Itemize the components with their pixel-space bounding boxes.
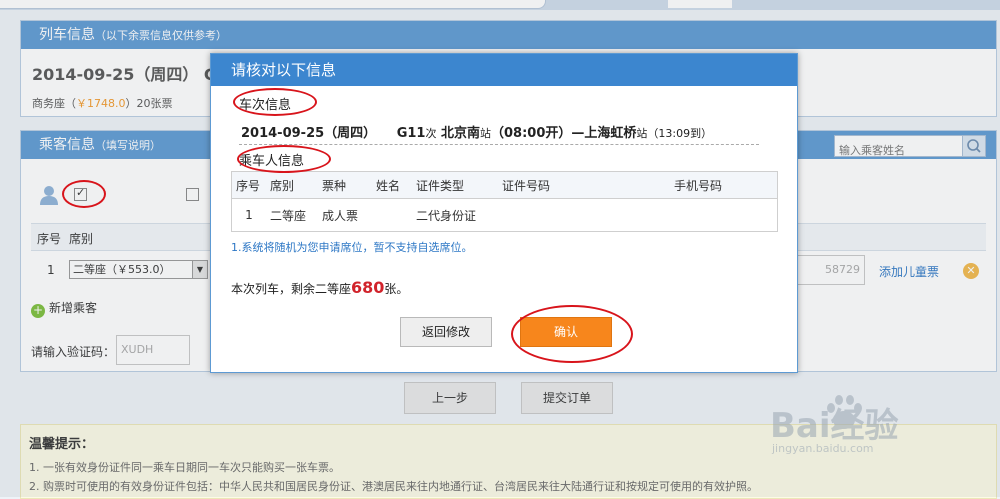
td-phone xyxy=(670,198,778,232)
arrive-time: （13:09到） xyxy=(647,127,713,140)
dashed-divider xyxy=(239,144,759,145)
th-seq: 序号 xyxy=(231,171,266,199)
td-ticket-type: 成人票 xyxy=(318,198,372,232)
section-passenger-title: 乘车人信息 xyxy=(239,154,305,169)
td-name xyxy=(372,198,412,232)
th-id-number: 证件号码 xyxy=(498,171,670,199)
remain-suffix: 张。 xyxy=(384,282,409,296)
watermark-url: jingyan.baidu.com xyxy=(772,442,874,455)
seat-assignment-note: 1.系统将随机为您申请席位，暂不支持自选席位。 xyxy=(231,241,473,254)
confirm-dialog: 请核对以下信息 车次信息 2014-09-25（周四） G11次 北京南站（08… xyxy=(210,53,798,373)
table-header-row: 序号 席别 票种 姓名 证件类型 证件号码 手机号码 xyxy=(231,171,778,199)
remaining-tickets: 本次列车，剩余二等座680张。 xyxy=(231,278,408,297)
to-station-suffix: 站 xyxy=(636,127,648,140)
train-number-suffix: 次 xyxy=(425,127,437,140)
td-id-type: 二代身份证 xyxy=(412,198,498,232)
td-id-number xyxy=(498,198,670,232)
to-station: 上海虹桥 xyxy=(584,126,637,141)
from-station: 北京南 xyxy=(440,126,480,141)
train-summary: 2014-09-25（周四） G11次 北京南站（08:00开）—上海虹桥站（1… xyxy=(241,122,712,141)
th-seat: 席别 xyxy=(266,171,318,199)
from-station-suffix: 站 xyxy=(480,127,491,140)
watermark-brand: Bai经验 xyxy=(770,406,899,446)
td-seq: 1 xyxy=(231,198,266,232)
th-id-type: 证件类型 xyxy=(412,171,498,199)
dialog-title: 请核对以下信息 xyxy=(211,54,797,86)
train-number: G11 xyxy=(396,126,426,141)
td-seat: 二等座 xyxy=(266,198,318,232)
th-phone: 手机号码 xyxy=(670,171,778,199)
th-ticket-type: 票种 xyxy=(318,171,372,199)
section-train-title: 车次信息 xyxy=(239,98,292,113)
depart-time: （08:00开）— xyxy=(491,126,585,141)
th-name: 姓名 xyxy=(372,171,412,199)
table-row: 1 二等座 成人票 二代身份证 xyxy=(231,198,778,232)
remain-prefix: 本次列车，剩余二等座 xyxy=(231,282,352,296)
back-modify-button[interactable]: 返回修改 xyxy=(400,317,492,347)
confirm-button[interactable]: 确认 xyxy=(520,317,612,347)
passenger-table: 序号 席别 票种 姓名 证件类型 证件号码 手机号码 1 二等座 成人票 二代身… xyxy=(231,171,778,232)
remain-count: 680 xyxy=(351,278,385,297)
train-date: 2014-09-25（周四） xyxy=(241,126,377,141)
